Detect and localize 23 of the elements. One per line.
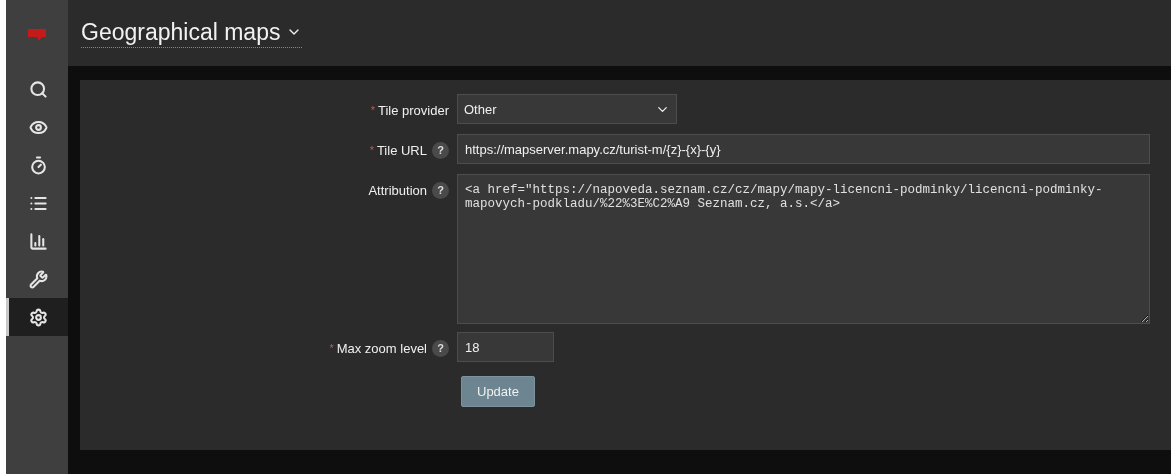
required-mark: * — [329, 342, 334, 354]
required-mark: * — [370, 104, 375, 116]
search-icon — [29, 79, 48, 99]
field-label: Tile URL — [376, 142, 427, 158]
required-mark: * — [369, 144, 374, 156]
textarea-field[interactable]: <a href="https://napoveda.seznam.cz/cz/mapy/mapy-licencni-podminky/licencni-podminky-mapovych-podkladu/%22%3E%C2%A9 Seznam.cz, a.s.</a> — [457, 174, 1150, 324]
logo-icon — [26, 27, 48, 43]
gear-nav-item[interactable] — [6, 298, 68, 336]
wrench-icon — [29, 269, 48, 289]
settings-icon — [29, 307, 48, 327]
help-icon[interactable]: ? — [432, 339, 449, 357]
tile-provider-select[interactable]: Other — [457, 94, 677, 124]
help-icon[interactable]: ? — [432, 181, 449, 199]
field-label: Attribution — [368, 182, 427, 198]
field-label: Max zoom level — [336, 340, 427, 356]
chart-icon — [29, 231, 48, 251]
input-field[interactable]: https://mapserver.mapy.cz/turist-m/{z}-{x}-{y} — [457, 134, 1150, 164]
page-title[interactable]: Geographical maps — [81, 18, 303, 48]
field-label: Tile provider — [377, 102, 449, 118]
timer-icon — [29, 155, 48, 175]
update-button[interactable]: Update — [461, 376, 535, 407]
input-field[interactable]: 18 — [457, 332, 554, 362]
help-icon[interactable]: ? — [432, 141, 449, 159]
